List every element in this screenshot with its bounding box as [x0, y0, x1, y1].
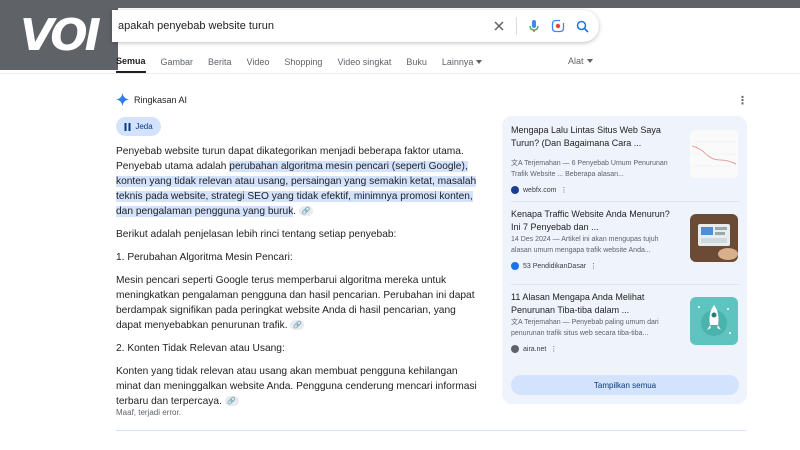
site-favicon: [511, 345, 519, 353]
chevron-down-icon: [476, 60, 483, 64]
translate-icon: 文A: [511, 160, 525, 167]
top-strip: [0, 0, 800, 8]
source-title[interactable]: Kenapa Traffic Website Anda Menurun? Ini…: [511, 208, 681, 234]
tab-all[interactable]: Semua: [116, 56, 146, 73]
source-site[interactable]: aira.net ⋮: [511, 345, 557, 353]
source-card[interactable]: 11 Alasan Mengapa Anda Melihat Penurunan…: [511, 291, 739, 369]
intro-paragraph: Penyebab website turun dapat dikategorik…: [116, 144, 482, 219]
chevron-down-icon: [586, 59, 593, 63]
tab-shopping[interactable]: Shopping: [284, 56, 322, 73]
source-card[interactable]: Mengapa Lalu Lintas Situs Web Saya Turun…: [511, 124, 739, 202]
pause-button[interactable]: Jeda: [116, 117, 161, 136]
ai-overview-content: Penyebab website turun dapat dikategorik…: [116, 144, 482, 417]
section2-title: 2. Konten Tidak Relevan atau Usang:: [116, 343, 285, 354]
source-snippet: 文A Terjemahan — 6 Penyebab Umum Penuruna…: [511, 158, 681, 180]
ai-overview-title: Ringkasan AI: [134, 94, 188, 105]
site-favicon: [511, 262, 519, 270]
translate-icon: 文A: [511, 319, 525, 326]
tab-books[interactable]: Buku: [406, 56, 427, 73]
search-divider: [516, 17, 517, 35]
link-icon[interactable]: 🔗: [224, 396, 239, 407]
site-name: 53 PendidikanDasar: [523, 262, 587, 270]
bottom-divider: [116, 430, 746, 431]
tab-images[interactable]: Gambar: [161, 56, 194, 73]
error-message: Maaf, terjadi error.: [116, 408, 181, 417]
more-options-icon[interactable]: ⋮: [737, 94, 748, 107]
intro-end: .: [293, 206, 297, 217]
source-card[interactable]: Kenapa Traffic Website Anda Menurun? Ini…: [511, 208, 739, 286]
source-thumbnail[interactable]: [690, 130, 738, 178]
pause-label: Jeda: [135, 122, 153, 131]
logo[interactable]: VOI: [0, 0, 118, 70]
source-thumbnail[interactable]: [690, 297, 738, 345]
source-snippet-text: Terjemahan — Penyebab paling umum dari p…: [511, 319, 659, 337]
clear-icon[interactable]: [492, 19, 506, 33]
microphone-icon[interactable]: [527, 19, 541, 33]
section1-paragraph: Mesin pencari seperti Google terus mempe…: [116, 273, 482, 333]
more-options-icon[interactable]: ⋮: [550, 345, 557, 353]
tab-news[interactable]: Berita: [208, 56, 232, 73]
more-options-icon[interactable]: ⋮: [560, 186, 567, 194]
section2-body: Konten yang tidak relevan atau usang aka…: [116, 366, 477, 407]
section2-paragraph: Konten yang tidak relevan atau usang aka…: [116, 364, 482, 409]
search-bar[interactable]: apakah penyebab website turun: [112, 10, 599, 42]
site-name: aira.net: [523, 345, 547, 353]
sources-panel: Mengapa Lalu Lintas Situs Web Saya Turun…: [502, 116, 747, 404]
source-site[interactable]: webfx.com ⋮: [511, 186, 567, 194]
source-snippet: 文A Terjemahan — Penyebab paling umum dar…: [511, 317, 681, 339]
gemini-sparkle-icon: [116, 93, 129, 106]
card-divider: [511, 201, 739, 202]
tab-more-label: Lainnya: [441, 57, 474, 67]
more-options-icon[interactable]: ⋮: [590, 262, 597, 270]
source-title[interactable]: Mengapa Lalu Lintas Situs Web Saya Turun…: [511, 124, 681, 150]
ai-overview-header: Ringkasan AI: [116, 93, 187, 106]
link-icon[interactable]: 🔗: [290, 320, 305, 331]
show-all-button[interactable]: Tampilkan semua: [511, 375, 739, 395]
lens-icon[interactable]: [551, 19, 565, 33]
source-snippet: 14 Des 2024 — Artikel ini akan mengupas …: [511, 236, 659, 254]
search-tabs: Semua Gambar Berita Video Shopping Video…: [116, 56, 497, 73]
tabs-divider: [0, 73, 800, 74]
tab-video[interactable]: Video: [247, 56, 270, 73]
source-site[interactable]: 53 PendidikanDasar ⋮: [511, 262, 597, 270]
card-divider: [511, 284, 739, 285]
search-icon[interactable]: [575, 19, 589, 33]
tools-label: Alat: [568, 56, 584, 66]
tools-button[interactable]: Alat: [568, 56, 593, 66]
explain-paragraph: Berikut adalah penjelasan lebih rinci te…: [116, 229, 397, 240]
tab-more[interactable]: Lainnya: [442, 56, 483, 73]
section1-title: 1. Perubahan Algoritma Mesin Pencari:: [116, 252, 293, 263]
site-favicon: [511, 186, 519, 194]
site-name: webfx.com: [523, 186, 557, 194]
link-icon[interactable]: 🔗: [298, 206, 313, 217]
source-thumbnail[interactable]: [690, 214, 738, 262]
source-snippet-text: Terjemahan — 6 Penyebab Umum Penurunan T…: [511, 160, 668, 178]
search-input[interactable]: apakah penyebab website turun: [112, 20, 492, 32]
pause-icon: [124, 122, 131, 131]
tab-short-video[interactable]: Video singkat: [337, 56, 391, 73]
source-title[interactable]: 11 Alasan Mengapa Anda Melihat Penurunan…: [511, 291, 681, 317]
logo-text: VOI: [19, 9, 101, 61]
